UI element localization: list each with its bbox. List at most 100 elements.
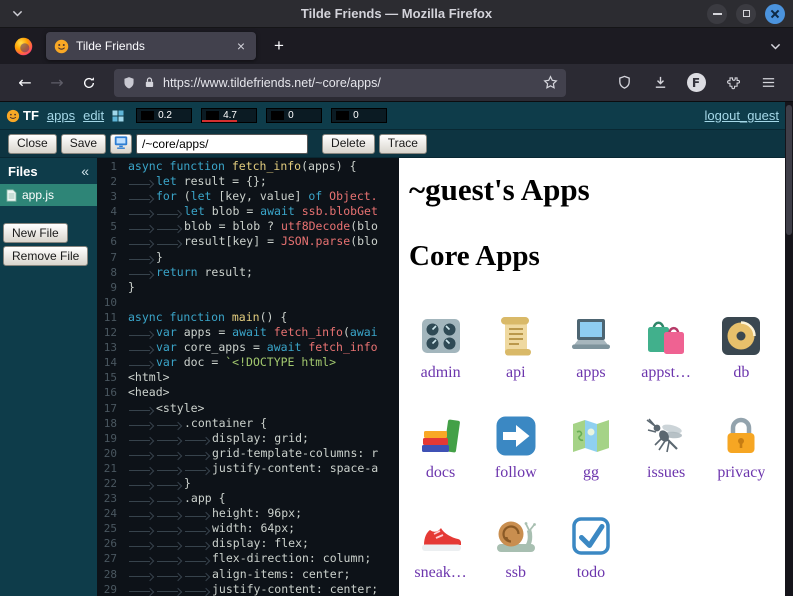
forward-button[interactable]: → <box>42 69 72 97</box>
maximize-button[interactable] <box>736 4 756 24</box>
app-item-sneak[interactable]: sneak… <box>409 499 473 595</box>
app-label: todo <box>577 564 605 582</box>
app-label: follow <box>495 464 537 482</box>
tf-smiley-icon <box>6 109 20 123</box>
books-icon <box>417 412 465 460</box>
apps-grid: admin api appsappst… db docs follow gg issuespr… <box>399 299 783 595</box>
tab-title: Tilde Friends <box>76 39 234 53</box>
path-input[interactable] <box>136 134 308 154</box>
app-item-issues[interactable]: issues <box>634 399 698 495</box>
titlebar: Tilde Friends — Mozilla Firefox <box>0 0 793 28</box>
trace-button[interactable]: Trace <box>379 134 427 154</box>
app-item-apps[interactable]: apps <box>559 299 623 395</box>
app-item-privacy[interactable]: privacy <box>709 399 773 495</box>
firefox-icon <box>13 36 34 57</box>
app-label: db <box>733 364 749 382</box>
reload-button[interactable] <box>74 69 104 97</box>
code-line: 2let result = {}; <box>97 174 399 189</box>
scrollbar-thumb[interactable] <box>786 105 792 235</box>
code-editor[interactable]: 1async function fetch_info(apps) {2let r… <box>97 158 399 596</box>
app-item-db[interactable]: db <box>709 299 773 395</box>
minimize-button[interactable] <box>707 4 727 24</box>
file-item-appjs[interactable]: app.js <box>0 184 97 206</box>
new-file-button[interactable]: New File <box>3 223 68 243</box>
extensions-button[interactable] <box>717 69 747 97</box>
code-line: 7} <box>97 250 399 265</box>
tab-bar: Tilde Friends × + <box>0 28 793 64</box>
apps-link[interactable]: apps <box>47 108 75 123</box>
app-label: admin <box>421 364 461 382</box>
app-item-docs[interactable]: docs <box>409 399 473 495</box>
code-line: 5blob = blob ? utf8Decode(blo <box>97 219 399 234</box>
menu-button[interactable] <box>753 69 783 97</box>
gauge-value: 0 <box>353 111 359 121</box>
apps-grid-icon[interactable] <box>112 110 124 122</box>
line-number: 16 <box>97 385 123 400</box>
map-icon <box>567 412 615 460</box>
code-line: 9} <box>97 280 399 295</box>
line-number: 9 <box>97 280 123 295</box>
save-button[interactable]: Save <box>61 134 106 154</box>
tracking-shield-icon[interactable] <box>122 76 136 90</box>
bookmark-star-icon[interactable] <box>543 75 558 90</box>
url-bar[interactable]: https://www.tildefriends.net/~core/apps/ <box>114 69 566 97</box>
delete-button[interactable]: Delete <box>322 134 375 154</box>
account-badge-button[interactable]: F <box>681 69 711 97</box>
reload-icon <box>82 76 96 90</box>
puzzle-icon <box>725 75 740 90</box>
arrow-right-icon <box>492 412 540 460</box>
tab-close-icon[interactable]: × <box>234 38 248 54</box>
app-item-follow[interactable]: follow <box>484 399 548 495</box>
line-number: 21 <box>97 461 123 476</box>
logout-link[interactable]: logout_guest <box>705 108 779 123</box>
permissions-shield-button[interactable] <box>609 69 639 97</box>
line-number: 27 <box>97 551 123 566</box>
scrollbar-track[interactable] <box>785 102 793 596</box>
line-number: 14 <box>97 355 123 370</box>
close-file-button[interactable]: Close <box>8 134 57 154</box>
back-button[interactable]: ← <box>10 69 40 97</box>
collapse-sidebar-icon[interactable]: « <box>81 163 89 179</box>
code-line: 11async function main() { <box>97 310 399 325</box>
files-sidebar: Files « app.js New File Remove File <box>0 158 97 596</box>
line-number: 1 <box>97 159 123 174</box>
app-label: api <box>506 364 526 382</box>
app-label: gg <box>583 464 599 482</box>
edit-link[interactable]: edit <box>83 108 104 123</box>
app-item-gg[interactable]: gg <box>559 399 623 495</box>
gauge-graph <box>336 111 349 120</box>
line-number: 20 <box>97 446 123 461</box>
gauge-value: 0.2 <box>158 111 172 121</box>
window-buttons <box>698 4 793 24</box>
app-label: docs <box>426 464 455 482</box>
tab-tilde-friends[interactable]: Tilde Friends × <box>46 32 256 60</box>
url-text: https://www.tildefriends.net/~core/apps/ <box>163 76 543 90</box>
line-number: 2 <box>97 174 123 189</box>
app-item-api[interactable]: api <box>484 299 548 395</box>
sneaker-icon <box>417 512 465 560</box>
line-number: 7 <box>97 250 123 265</box>
stat-gauge: 0 <box>331 108 387 123</box>
window-menu-chevron-icon[interactable] <box>12 10 23 17</box>
app-item-admin[interactable]: admin <box>409 299 473 395</box>
mosquito-icon <box>642 412 690 460</box>
lock-icon <box>717 412 765 460</box>
lock-icon[interactable] <box>143 76 156 89</box>
disk-icon <box>717 312 765 360</box>
firefox-view-button[interactable] <box>8 32 38 60</box>
app-item-appst[interactable]: appst… <box>634 299 698 395</box>
tab-list-chevron-icon[interactable] <box>770 37 781 55</box>
app-item-todo[interactable]: todo <box>559 499 623 595</box>
code-line: 10 <box>97 295 399 310</box>
close-button[interactable] <box>765 4 785 24</box>
tf-home-link[interactable]: TF <box>6 108 39 123</box>
gauge-graph <box>271 111 284 120</box>
downloads-button[interactable] <box>645 69 675 97</box>
new-tab-button[interactable]: + <box>266 34 292 58</box>
open-app-button[interactable] <box>110 134 132 154</box>
code-line: 3for (let [key, value] of Object. <box>97 189 399 204</box>
remove-file-button[interactable]: Remove File <box>3 246 88 266</box>
app-item-ssb[interactable]: ssb <box>484 499 548 595</box>
line-number: 15 <box>97 370 123 385</box>
code-line: 20grid-template-columns: r <box>97 446 399 461</box>
